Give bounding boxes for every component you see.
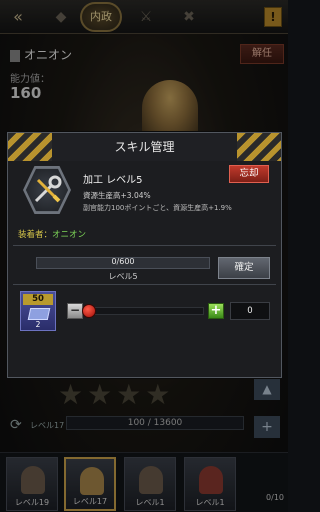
item-owned-count: 2 [35, 320, 41, 329]
equipped-name: オニオン [52, 230, 87, 240]
dialog-title: スキル管理 [114, 140, 175, 154]
skill-effect-secondary: 副官能力100ポイントごと、資源生産高+1.9% [83, 204, 232, 212]
quantity-input[interactable]: 0 [230, 302, 270, 320]
dialog-header-plate: スキル管理 [52, 133, 237, 161]
equipped-label: 装着者： [18, 230, 53, 240]
confirm-button[interactable]: 確定 [218, 257, 270, 279]
quantity-slider[interactable] [82, 304, 204, 318]
equipped-by: 装着者：オニオン [18, 228, 86, 240]
forget-button[interactable]: 忘却 [229, 165, 269, 183]
divider [13, 245, 276, 246]
wrench-screwdriver-icon [23, 166, 71, 214]
skill-icon-frame [22, 165, 72, 215]
skill-effect-primary: 資源生産高+3.04% [83, 191, 151, 200]
skill-exp-text: 0/600 [111, 257, 135, 266]
item-count-badge: 50 [23, 294, 53, 305]
skill-management-dialog: スキル管理 加工 レベル5 資源生産高+3.04% 副官能力100ポイントごと、… [7, 132, 282, 378]
decrease-button[interactable]: − [67, 303, 83, 319]
skill-name: 加工 レベル5 [83, 175, 143, 186]
book-icon [27, 308, 51, 320]
dialog-header: スキル管理 [8, 133, 281, 161]
skill-exp-progress: 0/600 [36, 257, 210, 269]
increase-button[interactable]: + [208, 303, 224, 319]
skill-book-item[interactable]: 50 2 [20, 291, 56, 331]
skill-level-text: レベル5 [108, 272, 138, 281]
divider [13, 284, 276, 285]
slider-handle[interactable] [82, 304, 96, 318]
